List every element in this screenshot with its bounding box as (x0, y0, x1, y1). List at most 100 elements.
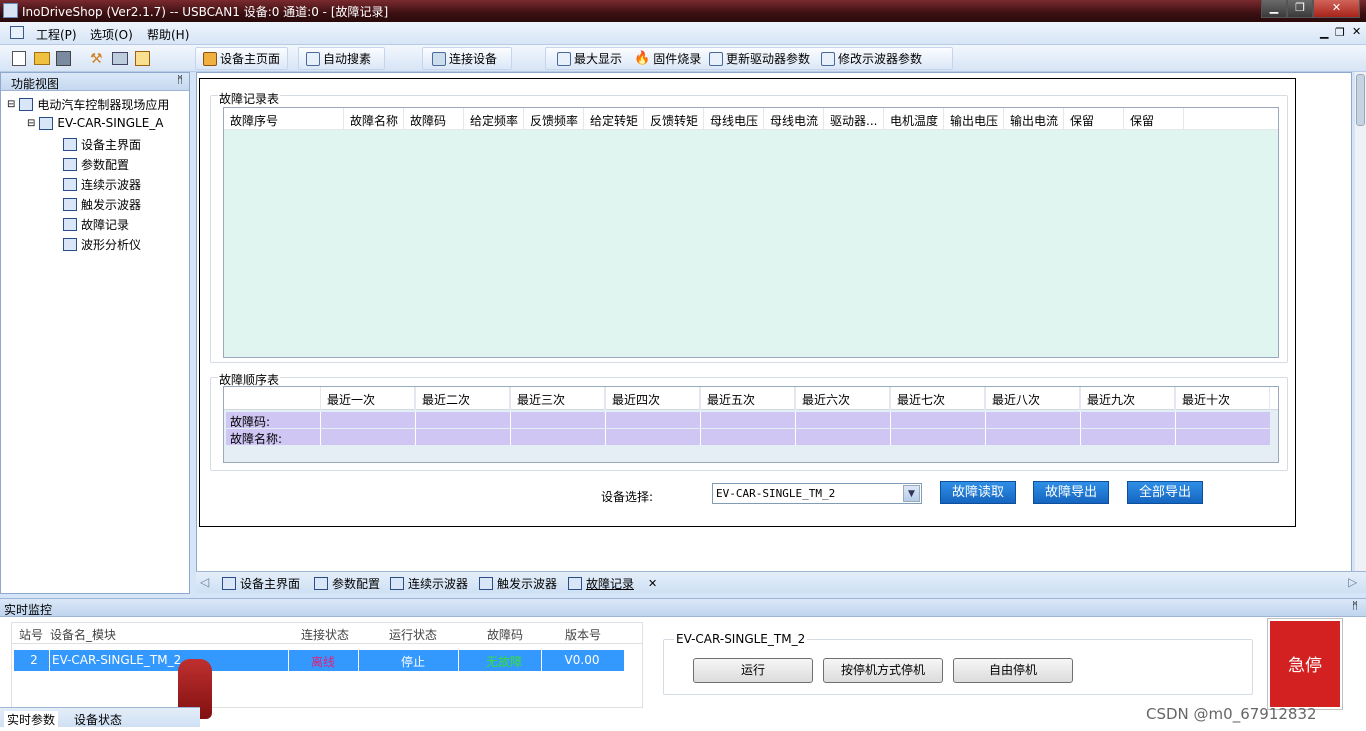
cell-divider (890, 412, 891, 428)
fault-record-col-0[interactable]: 故障序号 (224, 108, 344, 130)
maximize-display-button[interactable]: 最大显示 (557, 50, 622, 67)
cell-divider (510, 429, 511, 445)
mdi-minimize-icon[interactable]: ▁ (1320, 26, 1328, 39)
chevron-down-icon[interactable]: ▼ (903, 485, 920, 502)
fault-order-col-1[interactable]: 最近二次 (415, 387, 510, 410)
tab-continuous-scope[interactable]: 连续示波器 (390, 575, 468, 592)
cell-divider (320, 429, 321, 445)
cell-divider (1080, 429, 1081, 445)
device-table[interactable]: 站号 设备名_模块 连接状态 运行状态 故障码 版本号 2 EV-CAR-SIN… (11, 622, 643, 708)
collapse-icon[interactable]: ⊟ (7, 99, 15, 110)
fault-read-button[interactable]: 故障读取 (940, 481, 1016, 504)
open-folder-icon[interactable] (34, 52, 50, 65)
restore-button[interactable]: ❐ (1287, 0, 1313, 18)
grid-icon (314, 577, 328, 590)
close-tab-icon[interactable]: ✕ (648, 577, 657, 590)
fault-record-col-9[interactable]: 驱动器... (824, 108, 884, 130)
fault-order-col-3[interactable]: 最近四次 (605, 387, 700, 410)
scope-params-button[interactable]: 修改示波器参数 (821, 50, 922, 67)
firmware-flash-button[interactable]: 🔥 固件烧录 (634, 50, 701, 67)
fault-record-col-5[interactable]: 给定转矩 (584, 108, 644, 130)
update-driver-params-button[interactable]: 更新驱动器参数 (709, 50, 810, 67)
tab-scroll-right-icon[interactable]: ▷ (1348, 575, 1357, 589)
tree-root[interactable]: ⊟ 电动汽车控制器现场应用 (7, 96, 169, 113)
monitor-icon[interactable] (112, 52, 128, 65)
new-file-icon[interactable] (12, 51, 26, 66)
fault-record-col-11[interactable]: 输出电压 (944, 108, 1004, 130)
tab-device-home[interactable]: 设备主界面 (222, 575, 300, 592)
menu-project[interactable]: 工程(P) (36, 26, 77, 43)
home-page-button[interactable]: 设备主页面 (203, 50, 280, 67)
tree-item-trigger-scope[interactable]: 触发示波器 (63, 196, 141, 213)
stop-by-mode-button[interactable]: 按停机方式停机 (823, 658, 943, 683)
fault-record-header-row: 故障序号 故障名称 故障码 给定频率 反馈频率 给定转矩 反馈转矩 母线电压 母线电流 驱动器..… (224, 108, 1278, 130)
fault-order-col-4[interactable]: 最近五次 (700, 387, 795, 410)
fault-record-col-8[interactable]: 母线电流 (764, 108, 824, 130)
tab-scroll-left-icon[interactable]: ◁ (200, 575, 209, 589)
save-icon[interactable] (56, 51, 71, 66)
fault-order-col-9[interactable]: 最近十次 (1175, 387, 1270, 410)
menu-options[interactable]: 选项(O) (90, 26, 133, 43)
tree-item-params[interactable]: 参数配置 (63, 156, 129, 173)
tree-item-continuous-scope[interactable]: 连续示波器 (63, 176, 141, 193)
fault-record-col-12[interactable]: 输出电流 (1004, 108, 1064, 130)
table-row[interactable]: 故障名称: (226, 429, 1270, 446)
auto-search-button[interactable]: 自动搜素 (306, 50, 371, 67)
fault-order-col-2[interactable]: 最近三次 (510, 387, 605, 410)
scrollbar-thumb[interactable] (1356, 74, 1365, 126)
minimize-button[interactable]: ▁ (1261, 0, 1287, 18)
tab-fault-record[interactable]: 故障记录 ✕ (568, 575, 657, 592)
fault-order-col-7[interactable]: 最近八次 (985, 387, 1080, 410)
vertical-scrollbar[interactable] (1355, 72, 1366, 572)
fault-order-table[interactable]: 最近一次 最近二次 最近三次 最近四次 最近五次 最近六次 最近七次 最近八次 最近九次 最近十次… (223, 386, 1279, 463)
fault-record-table[interactable]: 故障序号 故障名称 故障码 给定频率 反馈频率 给定转矩 反馈转矩 母线电压 母线电流 驱动器..… (223, 107, 1279, 358)
menu-icon (10, 26, 24, 39)
pin-icon[interactable]: ᛗ (1352, 601, 1358, 612)
tree-item-home[interactable]: 设备主界面 (63, 136, 141, 153)
fault-record-col-7[interactable]: 母线电压 (704, 108, 764, 130)
toolbar: ⚒ 设备主页面 自动搜素 连接设备 最大显示 🔥 固件烧录 更新驱动器参数 修改示… (0, 45, 1366, 72)
mdi-close-icon[interactable]: ✕ (1352, 25, 1361, 38)
connect-device-button[interactable]: 连接设备 (432, 50, 497, 67)
fault-order-col-6[interactable]: 最近七次 (890, 387, 985, 410)
mdi-restore-icon[interactable]: ❐ (1335, 26, 1345, 39)
run-button[interactable]: 运行 (693, 658, 813, 683)
tools-icon[interactable]: ⚒ (90, 51, 105, 67)
fault-record-col-10[interactable]: 电机温度 (884, 108, 944, 130)
tab-device-status[interactable]: 设备状态 (74, 711, 122, 728)
tab-realtime-params[interactable]: 实时参数 (4, 711, 59, 728)
fault-record-col-4[interactable]: 反馈频率 (524, 108, 584, 130)
fault-order-col-8[interactable]: 最近九次 (1080, 387, 1175, 410)
fault-record-col-2[interactable]: 故障码 (404, 108, 464, 130)
fault-record-col-14[interactable]: 保留 (1124, 108, 1184, 130)
table-row[interactable]: 故障码: (226, 412, 1270, 429)
home-icon (203, 51, 217, 66)
fault-record-col-6[interactable]: 反馈转矩 (644, 108, 704, 130)
fault-export-button[interactable]: 故障导出 (1033, 481, 1109, 504)
fault-record-col-13[interactable]: 保留 (1064, 108, 1124, 130)
tab-params[interactable]: 参数配置 (314, 575, 380, 592)
close-button[interactable]: ✕ (1313, 0, 1360, 18)
fault-order-col-0[interactable]: 最近一次 (320, 387, 415, 410)
menu-help[interactable]: 帮助(H) (147, 26, 189, 43)
col-connection: 连接状态 (300, 628, 349, 642)
cell-divider (510, 412, 511, 428)
export-all-button[interactable]: 全部导出 (1127, 481, 1203, 504)
cell-divider (985, 429, 986, 445)
table-row[interactable]: 2 EV-CAR-SINGLE_TM_2 离线 停止 无故障 V0.00 (14, 650, 624, 671)
pin-icon[interactable]: ᛗ (177, 75, 183, 86)
grid-icon (63, 158, 77, 171)
tree-item-waveform-analyzer[interactable]: 波形分析仪 (63, 236, 141, 253)
fault-order-col-5[interactable]: 最近六次 (795, 387, 890, 410)
fault-record-col-1[interactable]: 故障名称 (344, 108, 404, 130)
tab-trigger-scope[interactable]: 触发示波器 (479, 575, 557, 592)
tree-device[interactable]: ⊟ EV-CAR-SINGLE_A (27, 116, 164, 130)
tree-item-fault-record[interactable]: 故障记录 (63, 216, 129, 233)
fault-record-col-3[interactable]: 给定频率 (464, 108, 524, 130)
cell-divider (605, 429, 606, 445)
free-stop-button[interactable]: 自由停机 (953, 658, 1073, 683)
emergency-stop-button[interactable]: 急停 (1267, 618, 1343, 710)
collapse-icon[interactable]: ⊟ (27, 118, 35, 129)
device-select[interactable]: EV-CAR-SINGLE_TM_2 ▼ (712, 483, 922, 504)
settings-icon[interactable] (135, 51, 150, 66)
